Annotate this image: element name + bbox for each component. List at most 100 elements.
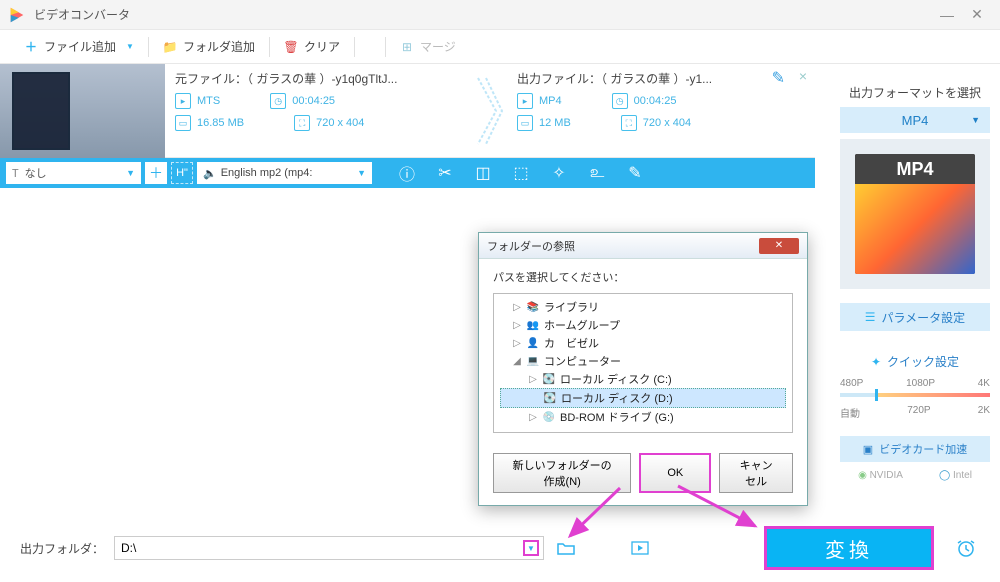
audio-track-dropdown[interactable]: 🔈 English mp2 (mp4: ▼ (197, 162, 372, 184)
source-duration: ◷00:04:25 (270, 93, 335, 109)
tree-item-label: ホームグループ (544, 317, 620, 333)
format-icon: ▸ (517, 93, 533, 109)
format-value: MP4 (902, 113, 929, 128)
new-folder-button[interactable]: 新しいフォルダーの作成(N) (493, 453, 631, 493)
dialog-cancel-button[interactable]: キャンセル (719, 453, 793, 493)
tree-item[interactable]: ▷💽ローカル ディスク (C:) (500, 370, 786, 388)
hd-icon: 💽 (542, 373, 556, 385)
merge-label: マージ (420, 38, 456, 55)
merge-button[interactable]: ⊞ マージ (386, 30, 470, 63)
quick-settings-title: ✦ クイック設定 (840, 353, 990, 370)
close-button[interactable]: ✕ (962, 5, 992, 25)
watermark-button[interactable]: உ (580, 158, 614, 188)
chevron-down-icon: ▼ (126, 42, 134, 51)
remove-file-button[interactable]: × (799, 68, 807, 84)
open-output-button[interactable] (628, 536, 652, 560)
add-folder-button[interactable]: 📁 フォルダ追加 (149, 30, 269, 63)
hd-icon: 💽 (543, 392, 557, 404)
conversion-arrow-icon (473, 64, 507, 157)
preset-480p: 480P (840, 378, 863, 389)
expand-icon[interactable]: ▷ (512, 319, 522, 331)
usr-icon: 👤 (526, 337, 540, 349)
quality-slider[interactable] (840, 393, 990, 397)
dialog-titlebar[interactable]: フォルダーの参照 ✕ (479, 233, 807, 259)
video-thumbnail[interactable] (0, 64, 165, 158)
format-card-label: MP4 (855, 154, 975, 184)
output-path-input[interactable]: D:\ ▼ (114, 536, 544, 560)
plus-icon: ＋ (24, 40, 38, 54)
dialog-close-button[interactable]: ✕ (759, 238, 799, 254)
edit-button[interactable]: ✎ (618, 158, 652, 188)
expand-icon[interactable]: ◢ (512, 355, 522, 367)
gear-icon: ✦ (871, 355, 881, 369)
pc-icon: 💻 (526, 355, 540, 367)
output-format: ▸MP4 (517, 93, 562, 109)
browse-folder-button[interactable] (554, 536, 578, 560)
edit-output-button[interactable]: ✎ (772, 68, 785, 88)
expand-icon[interactable]: ▷ (512, 301, 522, 313)
expand-icon[interactable]: ▷ (528, 411, 538, 423)
subtitle-dropdown[interactable]: T なし ▼ (6, 162, 141, 184)
expand-icon[interactable]: ▷ (528, 373, 538, 385)
folder-icon: ▭ (175, 115, 191, 131)
slider-thumb[interactable] (875, 389, 878, 401)
preset-720p: 720P (907, 405, 930, 420)
path-dropdown-button[interactable]: ▼ (523, 540, 539, 556)
tree-item-label: ライブラリ (544, 299, 599, 315)
preset-row-1: 480P 1080P 4K (840, 378, 990, 389)
hardcode-toggle[interactable]: H" (171, 162, 193, 184)
expand-icon[interactable]: ▷ (512, 337, 522, 349)
add-file-label: ファイル追加 (44, 38, 116, 55)
format-card[interactable]: MP4 (840, 139, 990, 289)
schedule-button[interactable] (952, 537, 980, 559)
convert-button[interactable]: 変換 (764, 526, 934, 570)
format-dropdown[interactable]: MP4 ▼ (840, 107, 990, 133)
tree-item[interactable]: 💽ローカル ディスク (D:) (500, 388, 786, 408)
add-subtitle-button[interactable]: ＋ (145, 162, 167, 184)
effect-button[interactable]: ✧ (542, 158, 576, 188)
tree-item-label: カ ビゼル (544, 335, 599, 351)
chevron-down-icon: ▼ (357, 168, 366, 178)
tree-item[interactable]: ◢ 💻 コンピューター (500, 352, 786, 370)
folder-icon: ▭ (517, 115, 533, 131)
tree-item-label: コンピューター (544, 353, 621, 369)
output-resolution: ⛶720 x 404 (621, 115, 691, 131)
tree-item[interactable]: ▷📚ライブラリ (500, 298, 786, 316)
chip-icon: ▣ (863, 443, 873, 456)
crop-button[interactable]: ◫ (466, 158, 500, 188)
output-size: ▭12 MB (517, 115, 571, 131)
tree-item[interactable]: ▷ 👤 カ ビゼル (500, 334, 786, 352)
dialog-title: フォルダーの参照 (487, 238, 575, 254)
browse-folder-dialog: フォルダーの参照 ✕ パスを選択してください： ▷📚ライブラリ▷👥ホームグループ… (478, 232, 808, 506)
info-button[interactable]: ⓘ (390, 158, 424, 188)
source-panel: 元ファイル：（ ガラスの華 ）-y1q0gTltJ... ▸MTS ◷00:04… (165, 64, 473, 157)
dialog-ok-button[interactable]: OK (639, 453, 711, 493)
tree-item[interactable]: ▷👥ホームグループ (500, 316, 786, 334)
expand-icon[interactable] (529, 392, 539, 404)
parameter-settings-button[interactable]: ☰ パラメータ設定 (840, 303, 990, 331)
dialog-message: パスを選択してください： (493, 269, 793, 285)
minimize-button[interactable]: — (932, 5, 962, 25)
chevron-down-icon: ▼ (126, 168, 135, 178)
merge-icon: ⊞ (400, 40, 414, 54)
tree-item[interactable]: ▷💿BD-ROM ドライブ (G:) (500, 408, 786, 426)
trim-button[interactable]: ✂ (428, 158, 462, 188)
output-format-title: 出力フォーマットを選択 (840, 84, 990, 101)
rotate-button[interactable]: ⬚ (504, 158, 538, 188)
output-folder-label: 出力フォルダ： (20, 540, 104, 557)
gpu-accel-button[interactable]: ▣ ビデオカード加速 (840, 436, 990, 462)
app-logo-icon (8, 6, 26, 24)
output-duration: ◷00:04:25 (612, 93, 677, 109)
add-file-button[interactable]: ＋ ファイル追加 ▼ (10, 30, 148, 63)
preset-2k: 2K (978, 405, 990, 420)
nvidia-logo: ◉ NVIDIA (858, 470, 903, 481)
clear-button[interactable]: 🗑 クリア (270, 30, 354, 63)
folder-tree[interactable]: ▷📚ライブラリ▷👥ホームグループ▷👤カ ビゼル◢💻コンピューター▷💽ローカル デ… (493, 293, 793, 433)
clock-icon: ◷ (612, 93, 628, 109)
folder-plus-icon: 📁 (163, 40, 177, 54)
file-row: 元ファイル：（ ガラスの華 ）-y1q0gTltJ... ▸MTS ◷00:04… (0, 64, 815, 158)
output-path-value: D:\ (121, 541, 136, 555)
preset-auto: 自動 (840, 405, 860, 420)
bottom-bar: 出力フォルダ： D:\ ▼ 変換 (0, 530, 1000, 566)
main-toolbar: ＋ ファイル追加 ▼ 📁 フォルダ追加 🗑 クリア ⊞ マージ (0, 30, 1000, 64)
